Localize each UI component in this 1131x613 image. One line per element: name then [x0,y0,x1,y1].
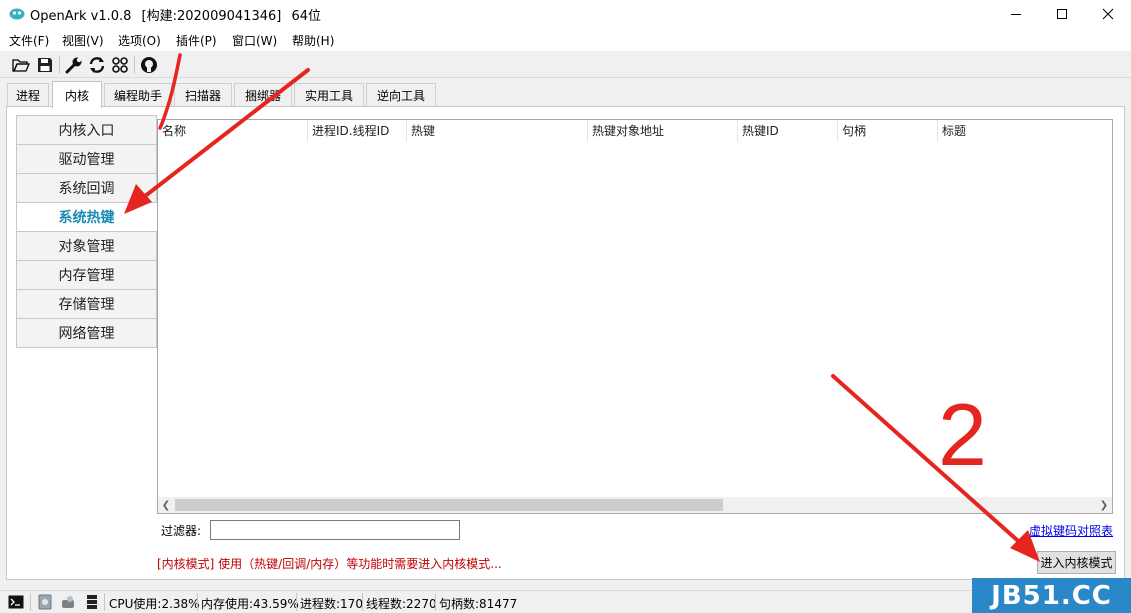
site-watermark: JB51.CC [972,578,1131,613]
maximize-button[interactable] [1039,0,1085,28]
thread-count: 线程数:2270 [366,597,437,611]
tab-coderkit[interactable]: 编程助手 [104,83,172,107]
refresh-icon[interactable] [87,55,107,75]
tools-icon[interactable] [60,594,76,610]
folder-open-icon[interactable] [11,55,31,75]
close-button[interactable] [1085,0,1131,28]
disk-icon[interactable] [37,594,53,610]
wrench-icon[interactable] [64,55,84,75]
save-icon[interactable] [35,55,55,75]
menu-bar: 文件(F) 视图(V) 选项(O) 插件(P) 窗口(W) 帮助(H) [0,28,1131,51]
status-separator [435,593,436,611]
handle-count: 句柄数:81477 [439,597,518,611]
sidebar-item-driver-manager[interactable]: 驱动管理 [16,144,157,174]
column-hotkey-object-address[interactable]: 热键对象地址 [588,120,738,142]
sidebar-item-object-manager[interactable]: 对象管理 [16,231,157,261]
title-bar: OpenArk v1.0.8 [构建:202009041346] 64位 [0,0,1131,28]
menu-window[interactable]: 窗口(W) [232,32,277,49]
toolbar-separator [59,56,60,74]
tab-reverse[interactable]: 逆向工具 [366,83,436,107]
window-title: OpenArk v1.0.8 [构建:202009041346] 64位 [30,5,327,24]
column-title[interactable]: 标题 [938,120,1112,142]
scroll-left-icon[interactable]: ❮ [158,497,174,513]
menu-file[interactable]: 文件(F) [9,32,49,49]
maximize-icon [1057,9,1067,19]
horizontal-scrollbar[interactable]: ❮ ❯ [158,497,1112,513]
app-name: OpenArk v1.0.8 [30,9,132,24]
status-separator [197,593,198,611]
toolbar [0,51,1131,78]
hotkey-list[interactable]: 名称 进程ID.线程ID 热键 热键对象地址 热键ID 句柄 标题 ❮ ❯ [157,119,1113,514]
cpu-usage: CPU使用:2.38% [109,597,200,611]
close-icon [1102,8,1114,20]
filter-input[interactable] [210,520,460,540]
sidebar-item-storage-manager[interactable]: 存储管理 [16,289,157,319]
status-separator [362,593,363,611]
status-separator [104,593,105,611]
sidebar-item-system-callbacks[interactable]: 系统回调 [16,173,157,203]
sidebar-item-system-hotkeys[interactable]: 系统热键 [16,202,157,232]
server-icon[interactable] [84,594,100,610]
tab-kernel[interactable]: 内核 [52,81,102,108]
tab-scanner[interactable]: 扫描器 [174,83,232,107]
column-hotkey[interactable]: 热键 [407,120,588,142]
tab-bar: 进程 内核 编程助手 扫描器 捆绑器 实用工具 逆向工具 [0,81,1131,108]
sidebar-item-kernel-entry[interactable]: 内核入口 [16,115,157,145]
enter-kernel-mode-button[interactable]: 进入内核模式 [1037,551,1116,574]
console-icon[interactable] [8,594,24,610]
menu-view[interactable]: 视图(V) [62,32,104,49]
tab-utilities[interactable]: 实用工具 [294,83,364,107]
column-handle[interactable]: 句柄 [838,120,938,142]
arch-info: 64位 [291,9,322,24]
sidebar-item-network-manager[interactable]: 网络管理 [16,318,157,348]
menu-help[interactable]: 帮助(H) [292,32,334,49]
scroll-right-icon[interactable]: ❯ [1096,497,1112,513]
status-separator [296,593,297,611]
minimize-button[interactable] [993,0,1039,28]
scrollbar-thumb[interactable] [175,499,723,511]
menu-plugins[interactable]: 插件(P) [176,32,217,49]
virtual-keycode-table-link[interactable]: 虚拟键码对照表 [1029,522,1113,539]
column-name[interactable]: 名称 [158,120,308,142]
memory-usage: 内存使用:43.59% [201,597,299,611]
sidebar-item-memory-manager[interactable]: 内存管理 [16,260,157,290]
tab-bundler[interactable]: 捆绑器 [234,83,292,107]
tab-process[interactable]: 进程 [7,83,49,107]
process-count: 进程数:170 [300,597,363,611]
kernel-sidebar: 内核入口 驱动管理 系统回调 系统热键 对象管理 内存管理 存储管理 网络管理 [16,115,157,348]
list-header: 名称 进程ID.线程ID 热键 热键对象地址 热键ID 句柄 标题 [158,120,1112,142]
github-icon[interactable] [139,55,159,75]
grid-icon[interactable] [110,55,130,75]
column-hotkey-id[interactable]: 热键ID [738,120,838,142]
status-bar: CPU使用:2.38% 内存使用:43.59% 进程数:170 线程数:2270… [0,590,1131,613]
kernel-mode-message: [内核模式] 使用（热键/回调/内存）等功能时需要进入内核模式... [157,557,502,571]
openark-logo-icon [9,8,25,20]
column-pid-tid[interactable]: 进程ID.线程ID [308,120,407,142]
toolbar-separator [134,56,135,74]
minimize-icon [1011,14,1021,15]
menu-options[interactable]: 选项(O) [118,32,161,49]
filter-label: 过滤器: [161,524,202,538]
status-separator [30,593,31,611]
build-info: [构建:202009041346] [141,9,282,24]
